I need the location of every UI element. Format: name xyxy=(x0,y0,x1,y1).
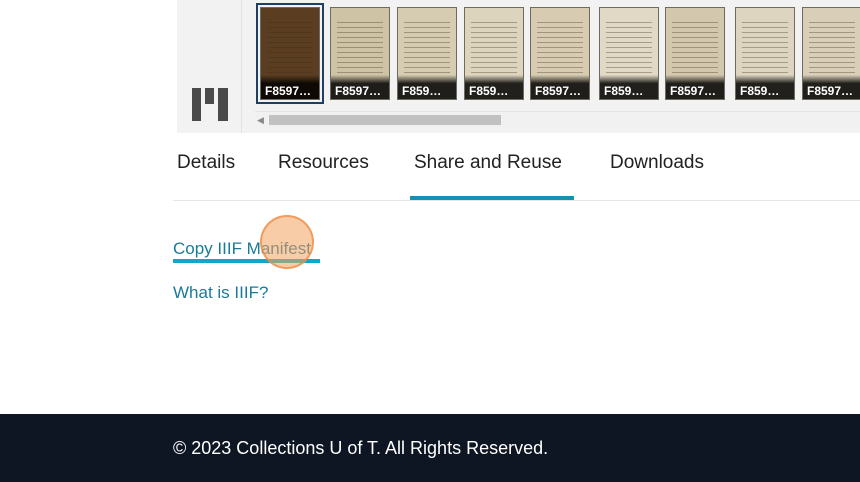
thumbnail[interactable]: F8597… xyxy=(530,7,590,100)
viewer-sidebar xyxy=(177,0,242,133)
thumbnail[interactable]: F859… xyxy=(599,7,659,100)
site-footer: © 2023 Collections U of T. All Rights Re… xyxy=(0,414,860,482)
thumbnail-label: F859… xyxy=(398,75,456,99)
thumbnail[interactable]: F859… xyxy=(735,7,795,100)
active-tab-indicator xyxy=(410,196,574,200)
tab-downloads[interactable]: Downloads xyxy=(610,152,704,174)
mirador-logo-icon xyxy=(192,88,228,121)
thumbnail-text-lines xyxy=(606,18,652,75)
thumbnail-scrollbar[interactable]: ◀ xyxy=(255,111,860,128)
what-is-iiif-link[interactable]: What is IIIF? xyxy=(173,283,268,303)
thumbnail-label: F859… xyxy=(600,75,658,99)
thumbnail-label: F8597… xyxy=(531,75,589,99)
tab-share-and-reuse[interactable]: Share and Reuse xyxy=(414,152,562,174)
thumbnail-text-lines xyxy=(337,18,383,75)
thumbnail-label: F8597… xyxy=(261,75,319,99)
metadata-tabs: Details Resources Share and Reuse Downlo… xyxy=(173,140,860,201)
scroll-left-icon[interactable]: ◀ xyxy=(257,115,264,126)
thumbnail-label: F8597… xyxy=(331,75,389,99)
thumbnail-text-lines xyxy=(404,18,450,75)
thumbnail-label: F8597… xyxy=(803,75,860,99)
thumbnail-label: F859… xyxy=(465,75,523,99)
thumbnail[interactable]: F8597… xyxy=(802,7,860,100)
thumbnail-text-lines xyxy=(471,18,517,75)
thumbnail-text-lines xyxy=(267,18,313,75)
thumbnail[interactable]: F8597… xyxy=(330,7,390,100)
thumbnail-label: F8597… xyxy=(666,75,724,99)
image-viewer: F8597… F8597… F859… F859… F8597… F859… F… xyxy=(177,0,860,133)
copyright-text: © 2023 Collections U of T. All Rights Re… xyxy=(173,438,549,458)
thumbnail-strip: F8597… F8597… F859… F859… F8597… F859… F… xyxy=(255,0,860,112)
thumbnail-text-lines xyxy=(537,18,583,75)
thumbnail[interactable]: F859… xyxy=(397,7,457,100)
thumbnail-text-lines xyxy=(672,18,718,75)
thumbnail-text-lines xyxy=(742,18,788,75)
thumbnail[interactable]: F859… xyxy=(464,7,524,100)
scrollbar-thumb[interactable] xyxy=(269,115,501,125)
tab-resources[interactable]: Resources xyxy=(278,152,369,174)
thumbnail[interactable]: F8597… xyxy=(665,7,725,100)
tab-details[interactable]: Details xyxy=(177,152,235,174)
thumbnail-text-lines xyxy=(809,18,855,75)
thumbnail[interactable]: F8597… xyxy=(256,3,324,104)
thumbnail-label: F859… xyxy=(736,75,794,99)
click-indicator xyxy=(260,215,314,269)
